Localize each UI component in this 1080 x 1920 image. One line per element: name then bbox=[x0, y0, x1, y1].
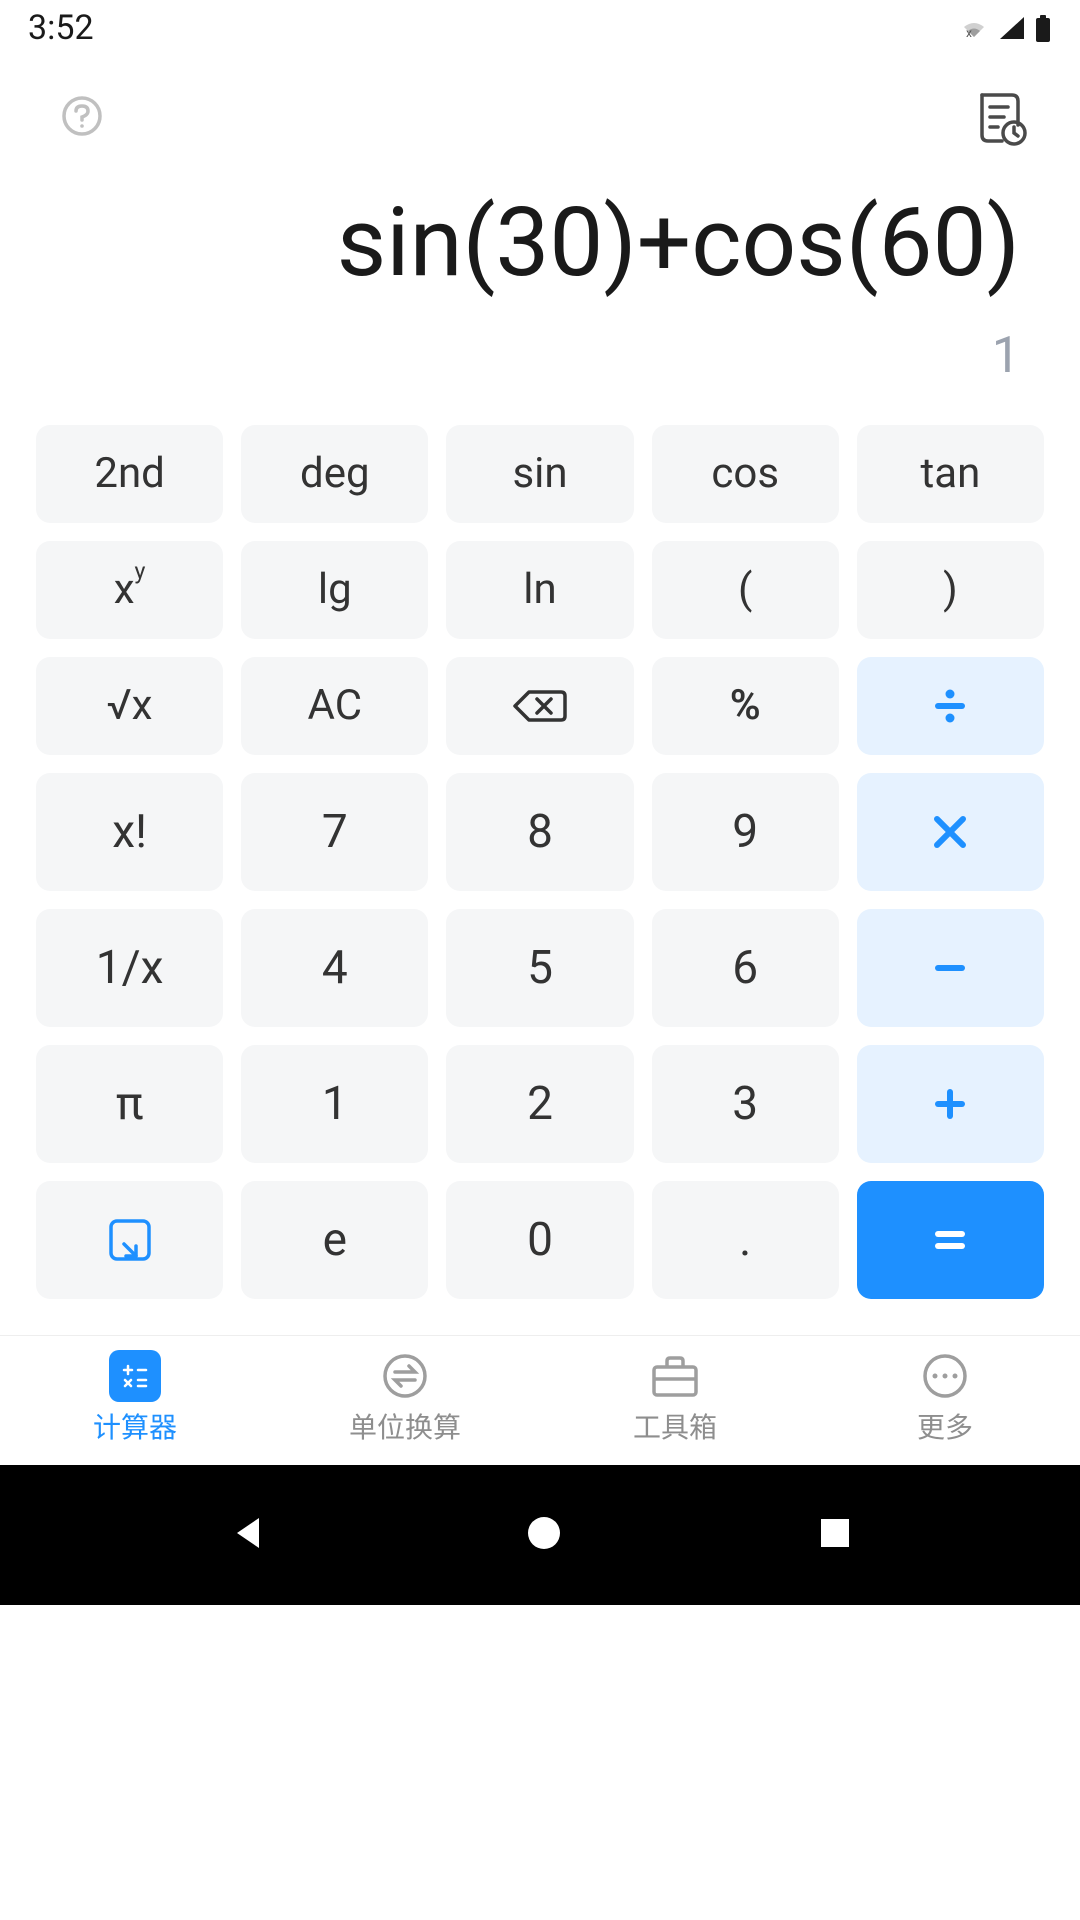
key-cos[interactable]: cos bbox=[652, 425, 839, 523]
status-icons: x bbox=[958, 14, 1052, 42]
key-ln[interactable]: ln bbox=[446, 541, 633, 639]
toolbox-icon bbox=[649, 1353, 701, 1399]
key-0[interactable]: 0 bbox=[446, 1181, 633, 1299]
history-icon bbox=[968, 85, 1030, 147]
key-backspace[interactable] bbox=[446, 657, 633, 755]
bottom-nav: 计算器 单位换算 工具箱 bbox=[0, 1335, 1080, 1465]
nav-calculator[interactable]: 计算器 bbox=[0, 1336, 270, 1465]
backspace-icon bbox=[511, 686, 569, 726]
key-reciprocal[interactable]: 1/x bbox=[36, 909, 223, 1027]
result-display: 1 bbox=[60, 327, 1020, 385]
expression-display[interactable]: sin(30)+cos(60) bbox=[60, 191, 1020, 297]
convert-icon bbox=[381, 1352, 429, 1400]
nav-more-label: 更多 bbox=[917, 1406, 973, 1446]
minus-icon bbox=[930, 948, 970, 988]
signal-icon bbox=[998, 15, 1026, 41]
divide-icon bbox=[930, 686, 970, 726]
battery-icon bbox=[1034, 14, 1052, 42]
key-percent[interactable]: % bbox=[652, 657, 839, 755]
status-time: 3:52 bbox=[28, 8, 94, 48]
nav-unit-convert[interactable]: 单位换算 bbox=[270, 1336, 540, 1465]
wifi-off-icon: x bbox=[958, 15, 990, 41]
key-factorial[interactable]: x! bbox=[36, 773, 223, 891]
key-tan[interactable]: tan bbox=[857, 425, 1044, 523]
key-equals[interactable] bbox=[857, 1181, 1044, 1299]
nav-more[interactable]: 更多 bbox=[810, 1336, 1080, 1465]
key-minus[interactable] bbox=[857, 909, 1044, 1027]
key-lg[interactable]: lg bbox=[241, 541, 428, 639]
key-ac[interactable]: AC bbox=[241, 657, 428, 755]
key-6[interactable]: 6 bbox=[652, 909, 839, 1027]
nav-toolbox-label: 工具箱 bbox=[633, 1406, 717, 1446]
keypad: 2nd deg sin cos tan xy lg ln ( ) √x AC %… bbox=[0, 425, 1080, 1335]
key-deg[interactable]: deg bbox=[241, 425, 428, 523]
shrink-icon bbox=[106, 1216, 154, 1264]
key-rparen[interactable]: ) bbox=[857, 541, 1044, 639]
key-divide[interactable] bbox=[857, 657, 1044, 755]
home-circle-icon bbox=[526, 1515, 562, 1551]
key-2[interactable]: 2 bbox=[446, 1045, 633, 1163]
key-2nd[interactable]: 2nd bbox=[36, 425, 223, 523]
equals-icon bbox=[930, 1220, 970, 1260]
key-9[interactable]: 9 bbox=[652, 773, 839, 891]
key-e[interactable]: e bbox=[241, 1181, 428, 1299]
status-bar: 3:52 x bbox=[0, 0, 1080, 55]
key-multiply[interactable] bbox=[857, 773, 1044, 891]
help-button[interactable] bbox=[60, 94, 104, 142]
nav-toolbox[interactable]: 工具箱 bbox=[540, 1336, 810, 1465]
plus-icon bbox=[930, 1084, 970, 1124]
nav-unit-convert-label: 单位换算 bbox=[349, 1406, 461, 1446]
key-sin[interactable]: sin bbox=[446, 425, 633, 523]
key-power[interactable]: xy bbox=[36, 541, 223, 639]
key-8[interactable]: 8 bbox=[446, 773, 633, 891]
calculator-icon bbox=[109, 1350, 161, 1402]
multiply-icon bbox=[932, 814, 968, 850]
key-sqrt[interactable]: √x bbox=[36, 657, 223, 755]
system-nav-bar bbox=[0, 1465, 1080, 1605]
key-1[interactable]: 1 bbox=[241, 1045, 428, 1163]
key-pi[interactable]: π bbox=[36, 1045, 223, 1163]
key-3[interactable]: 3 bbox=[652, 1045, 839, 1163]
key-lparen[interactable]: ( bbox=[652, 541, 839, 639]
system-home-button[interactable] bbox=[526, 1515, 562, 1555]
key-7[interactable]: 7 bbox=[241, 773, 428, 891]
more-icon bbox=[921, 1352, 969, 1400]
recent-square-icon bbox=[819, 1517, 851, 1549]
key-shrink[interactable] bbox=[36, 1181, 223, 1299]
help-icon bbox=[60, 94, 104, 138]
nav-calculator-label: 计算器 bbox=[93, 1406, 177, 1446]
key-5[interactable]: 5 bbox=[446, 909, 633, 1027]
display-area: sin(30)+cos(60) 1 bbox=[0, 161, 1080, 425]
key-4[interactable]: 4 bbox=[241, 909, 428, 1027]
key-dot[interactable]: . bbox=[652, 1181, 839, 1299]
history-button[interactable] bbox=[968, 85, 1030, 151]
system-recent-button[interactable] bbox=[819, 1517, 851, 1553]
system-back-button[interactable] bbox=[229, 1513, 269, 1557]
top-toolbar bbox=[0, 55, 1080, 161]
key-plus[interactable] bbox=[857, 1045, 1044, 1163]
svg-text:x: x bbox=[966, 26, 972, 40]
back-triangle-icon bbox=[229, 1513, 269, 1553]
